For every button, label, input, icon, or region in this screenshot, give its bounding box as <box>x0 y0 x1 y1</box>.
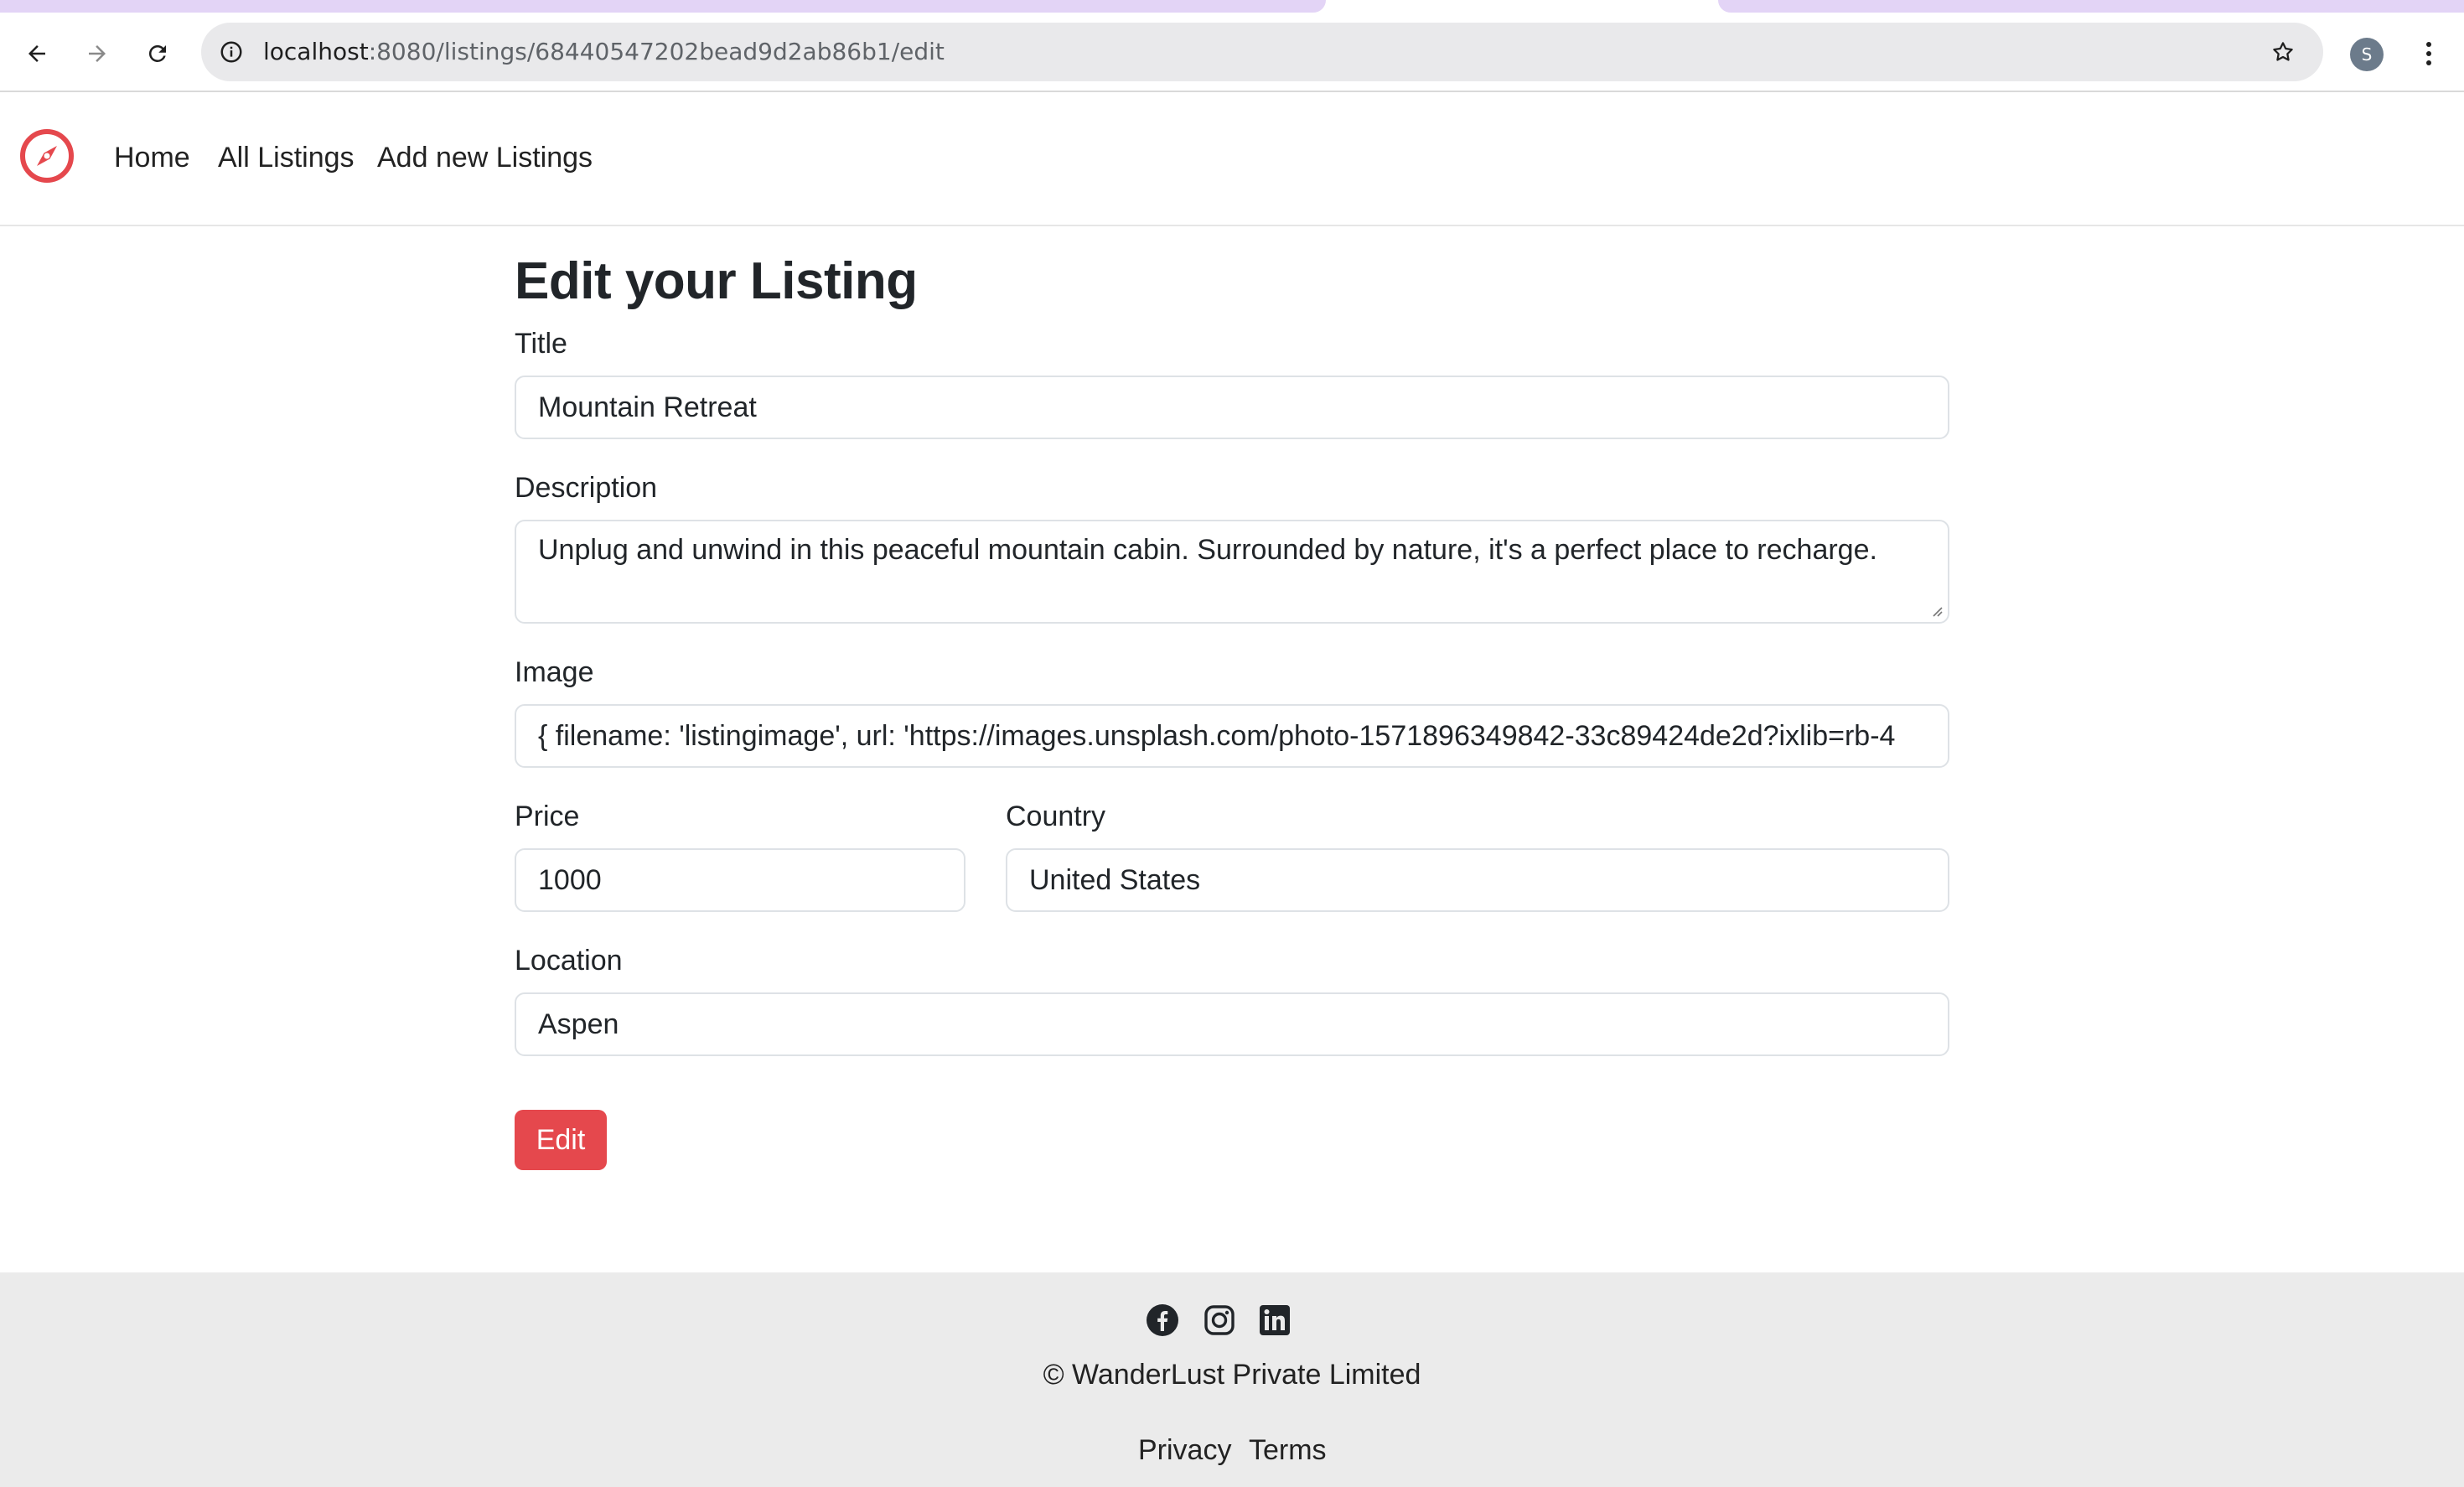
browser-tab[interactable] <box>1718 0 2464 13</box>
reload-icon[interactable] <box>141 37 174 70</box>
profile-avatar[interactable]: S <box>2350 38 2384 71</box>
location-input[interactable]: Aspen <box>515 992 1949 1056</box>
site-navbar: Home All Listings Add new Listings <box>0 92 2464 226</box>
image-label: Image <box>515 656 594 688</box>
location-label: Location <box>515 945 623 977</box>
title-input[interactable]: Mountain Retreat <box>515 376 1949 439</box>
back-icon[interactable] <box>20 37 54 70</box>
nav-link-add-listing[interactable]: Add new Listings <box>377 139 593 176</box>
browser-toolbar: localhost:8080/listings/68440547202bead9… <box>0 13 2464 92</box>
url-text[interactable]: localhost:8080/listings/68440547202bead9… <box>263 36 945 68</box>
tab-strip <box>0 0 2464 13</box>
image-input[interactable]: { filename: 'listingimage', url: 'https:… <box>515 704 1949 768</box>
copyright-text: © WanderLust Private Limited <box>1043 1359 1421 1391</box>
country-input[interactable]: United States <box>1006 848 1949 912</box>
description-textarea[interactable]: Unplug and unwind in this peaceful mount… <box>515 520 1949 624</box>
instagram-icon[interactable] <box>1202 1303 1237 1338</box>
page-title: Edit your Listing <box>515 252 918 310</box>
nav-link-home[interactable]: Home <box>114 139 190 176</box>
address-bar[interactable]: localhost:8080/listings/68440547202bead9… <box>201 23 2323 81</box>
facebook-icon[interactable] <box>1145 1303 1180 1338</box>
terms-link[interactable]: Terms <box>1249 1432 1327 1469</box>
linkedin-icon[interactable] <box>1257 1303 1292 1338</box>
resize-handle-icon[interactable] <box>1929 604 1943 617</box>
site-footer: © WanderLust Private Limited Privacy Ter… <box>0 1272 2464 1487</box>
nav-link-all-listings[interactable]: All Listings <box>218 139 355 176</box>
compass-icon[interactable] <box>18 127 75 184</box>
edit-submit-button[interactable]: Edit <box>515 1110 607 1170</box>
browser-tab[interactable] <box>0 0 1326 13</box>
title-label: Title <box>515 328 567 360</box>
profile-initial: S <box>2361 44 2373 65</box>
url-host: localhost <box>263 38 369 65</box>
privacy-link[interactable]: Privacy <box>1138 1432 1231 1469</box>
site-info-icon[interactable] <box>216 37 246 67</box>
country-label: Country <box>1006 800 1106 832</box>
bookmark-star-icon[interactable] <box>2268 37 2298 67</box>
browser-menu-icon[interactable] <box>2412 37 2446 70</box>
url-path: :8080/listings/68440547202bead9d2ab86b1/… <box>368 38 945 65</box>
forward-icon[interactable] <box>80 37 114 70</box>
price-input[interactable]: 1000 <box>515 848 965 912</box>
price-label: Price <box>515 800 580 832</box>
description-label: Description <box>515 472 658 504</box>
description-text: Unplug and unwind in this peaceful mount… <box>538 534 1877 566</box>
